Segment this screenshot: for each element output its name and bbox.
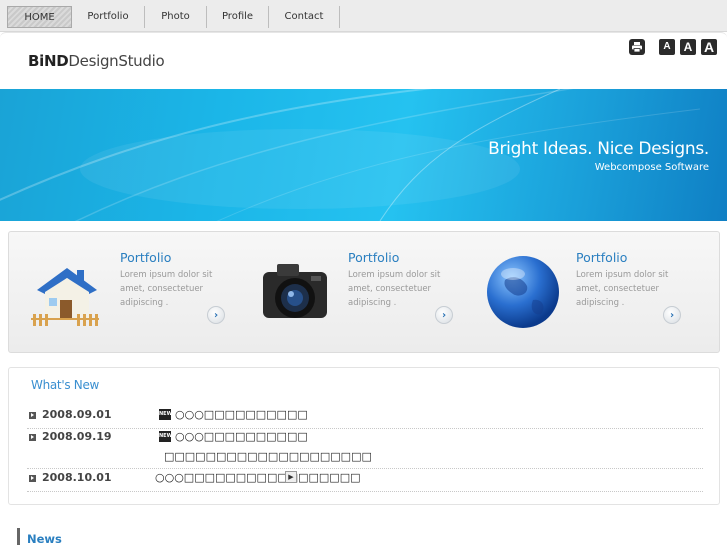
globe-icon bbox=[487, 256, 559, 328]
feature-title[interactable]: Portfolio bbox=[120, 250, 171, 265]
bullet-arrow-icon bbox=[29, 434, 36, 441]
nav-profile[interactable]: Profile bbox=[207, 6, 269, 28]
chevron-right-icon: › bbox=[669, 309, 675, 321]
news-date: 2008.10.01 bbox=[42, 471, 112, 484]
news-date: 2008.09.19 bbox=[42, 430, 112, 443]
feature-card: Portfolio Lorem ipsum dolor sit amet, co… bbox=[9, 232, 237, 352]
nav-photo[interactable]: Photo bbox=[145, 6, 207, 28]
feature-arrow-button[interactable]: › bbox=[207, 306, 225, 324]
top-navigation: HOME Portfolio Photo Profile Contact bbox=[0, 0, 727, 32]
house-icon bbox=[31, 268, 99, 326]
nav-contact[interactable]: Contact bbox=[269, 6, 340, 28]
list-item: 2008.10.01 ○○○□□□□□□□□□□□□□□□□□ ▶ bbox=[27, 471, 703, 492]
font-size-large-button[interactable]: A bbox=[701, 39, 717, 55]
hero-banner: Bright Ideas. Nice Designs. Webcompose S… bbox=[0, 89, 727, 221]
printer-icon bbox=[632, 42, 642, 53]
bullet-arrow-icon bbox=[29, 412, 36, 419]
feature-card: Portfolio Lorem ipsum dolor sit amet, co… bbox=[465, 232, 693, 352]
news-text-continued[interactable]: □□□□□□□□□□□□□□□□□□□□ bbox=[164, 450, 372, 463]
list-item: 2008.09.01 NEW ○○○□□□□□□□□□□ bbox=[27, 408, 703, 429]
camera-icon bbox=[263, 264, 327, 318]
font-size-small-button[interactable]: A bbox=[659, 39, 675, 55]
site-logo[interactable]: BiNDDesignStudio bbox=[28, 52, 165, 70]
whats-new-section: What's New 2008.09.01 NEW ○○○□□□□□□□□□□ … bbox=[8, 367, 720, 505]
feature-panel: Portfolio Lorem ipsum dolor sit amet, co… bbox=[8, 231, 720, 353]
site-header: BiNDDesignStudio A A A bbox=[0, 32, 727, 88]
whats-new-title: What's New bbox=[31, 378, 100, 392]
feature-card: Portfolio Lorem ipsum dolor sit amet, co… bbox=[237, 232, 465, 352]
news-text[interactable]: ○○○□□□□□□□□□□□□□□□□□ bbox=[155, 471, 360, 484]
news-date: 2008.09.01 bbox=[42, 408, 112, 421]
banner-subtitle: Webcompose Software bbox=[594, 162, 709, 173]
feature-text: Lorem ipsum dolor sit amet, consectetuer… bbox=[348, 270, 441, 308]
nav-home[interactable]: HOME bbox=[7, 6, 72, 28]
bullet-arrow-icon bbox=[29, 475, 36, 482]
news-accent-bar bbox=[17, 528, 20, 545]
feature-text: Lorem ipsum dolor sit amet, consectetuer… bbox=[576, 270, 669, 308]
news-text[interactable]: ○○○□□□□□□□□□□ bbox=[175, 430, 308, 443]
print-button[interactable] bbox=[629, 39, 645, 55]
news-text[interactable]: ○○○□□□□□□□□□□ bbox=[175, 408, 308, 421]
font-size-medium-button[interactable]: A bbox=[680, 39, 696, 55]
nav-portfolio[interactable]: Portfolio bbox=[72, 6, 145, 28]
feature-arrow-button[interactable]: › bbox=[663, 306, 681, 324]
logo-bold-text: BiND bbox=[28, 52, 69, 70]
banner-headline: Bright Ideas. Nice Designs. bbox=[488, 139, 709, 159]
logo-text: DesignStudio bbox=[68, 52, 165, 70]
feature-title[interactable]: Portfolio bbox=[576, 250, 627, 265]
new-badge-icon: NEW bbox=[159, 409, 172, 420]
feature-arrow-button[interactable]: › bbox=[435, 306, 453, 324]
new-badge-icon: NEW bbox=[159, 431, 172, 442]
list-item: 2008.09.19 NEW ○○○□□□□□□□□□□ □□□□□□□□□□□… bbox=[27, 430, 703, 469]
chevron-right-icon: › bbox=[441, 309, 447, 321]
play-icon[interactable]: ▶ bbox=[285, 471, 297, 483]
feature-title[interactable]: Portfolio bbox=[348, 250, 399, 265]
chevron-right-icon: › bbox=[213, 309, 219, 321]
news-heading: News bbox=[27, 532, 62, 545]
feature-text: Lorem ipsum dolor sit amet, consectetuer… bbox=[120, 270, 213, 308]
